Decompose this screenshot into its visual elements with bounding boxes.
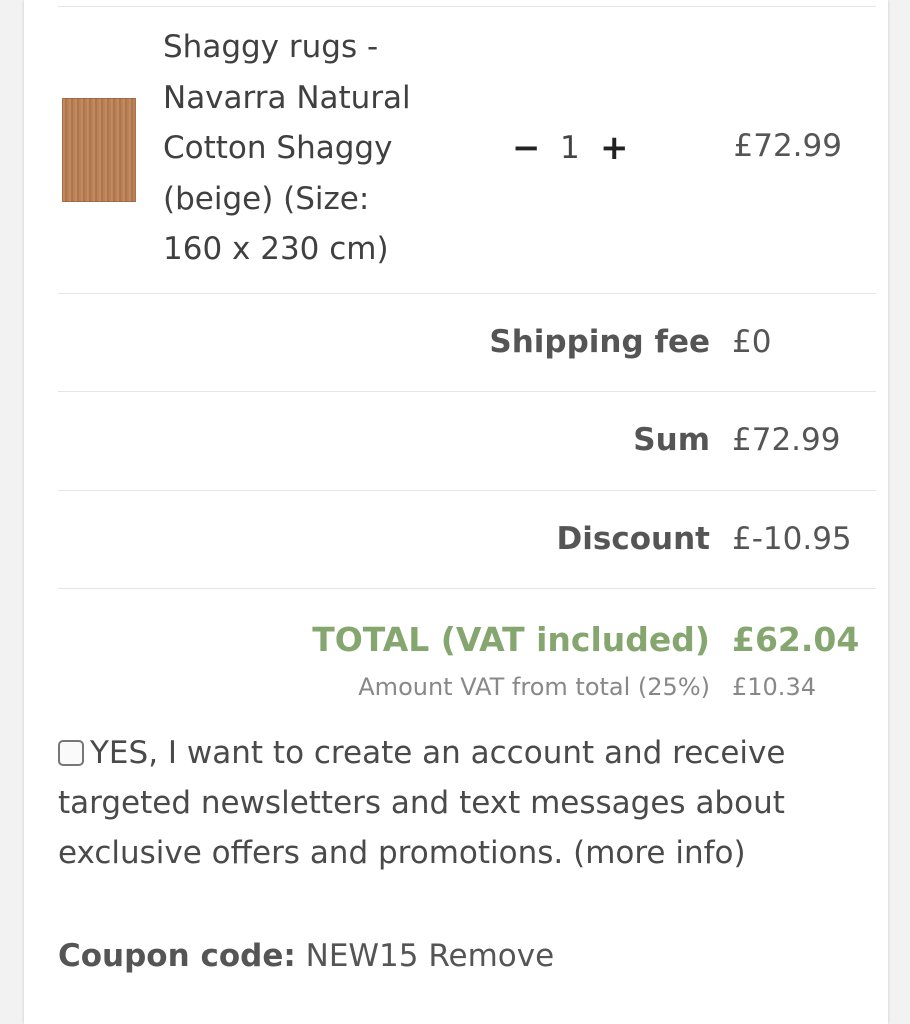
- discount-row: Discount £-10.95: [24, 509, 888, 569]
- divider: [58, 490, 876, 491]
- vat-value: £10.34: [732, 673, 816, 701]
- shipping-row: Shipping fee £0: [24, 312, 888, 372]
- divider: [58, 391, 876, 392]
- discount-label: Discount: [556, 521, 710, 557]
- product-name-line: 160 x 230 cm): [163, 231, 389, 267]
- vat-row: Amount VAT from total (25%) £10.34: [24, 657, 888, 717]
- divider: [58, 293, 876, 294]
- cart-summary-card: Shaggy rugs - Navarra Natural Cotton Sha…: [24, 0, 888, 1024]
- product-name-line: Shaggy rugs -: [163, 29, 379, 65]
- vat-label: Amount VAT from total (25%): [358, 673, 710, 701]
- product-name-line: Cotton Shaggy: [163, 130, 393, 166]
- coupon-label: Coupon code:: [58, 938, 296, 974]
- product-name-line: (beige) (Size:: [163, 180, 370, 217]
- rug-thumbnail-icon[interactable]: [62, 98, 136, 202]
- divider: [58, 6, 876, 7]
- increase-quantity-button[interactable]: +: [600, 124, 629, 172]
- more-info-link[interactable]: (more info): [573, 835, 745, 871]
- remove-coupon-link[interactable]: Remove: [428, 938, 554, 974]
- product-name[interactable]: Shaggy rugs - Navarra Natural Cotton Sha…: [163, 22, 463, 275]
- sum-label: Sum: [633, 422, 710, 458]
- decrease-quantity-button[interactable]: −: [512, 124, 541, 172]
- shipping-label: Shipping fee: [489, 324, 710, 360]
- newsletter-checkbox[interactable]: [58, 740, 84, 766]
- shipping-value: £0: [732, 324, 772, 360]
- discount-value: £-10.95: [732, 521, 852, 557]
- divider: [58, 588, 876, 589]
- item-price: £72.99: [733, 128, 842, 164]
- product-name-line: Navarra Natural: [163, 79, 411, 116]
- sum-value: £72.99: [732, 422, 841, 458]
- coupon-row: Coupon code: NEW15 Remove: [58, 930, 554, 982]
- quantity-value: 1: [560, 130, 580, 166]
- newsletter-optin: YES, I want to create an account and rec…: [58, 728, 848, 878]
- sum-row: Sum £72.99: [24, 410, 888, 470]
- coupon-code: NEW15: [305, 938, 419, 974]
